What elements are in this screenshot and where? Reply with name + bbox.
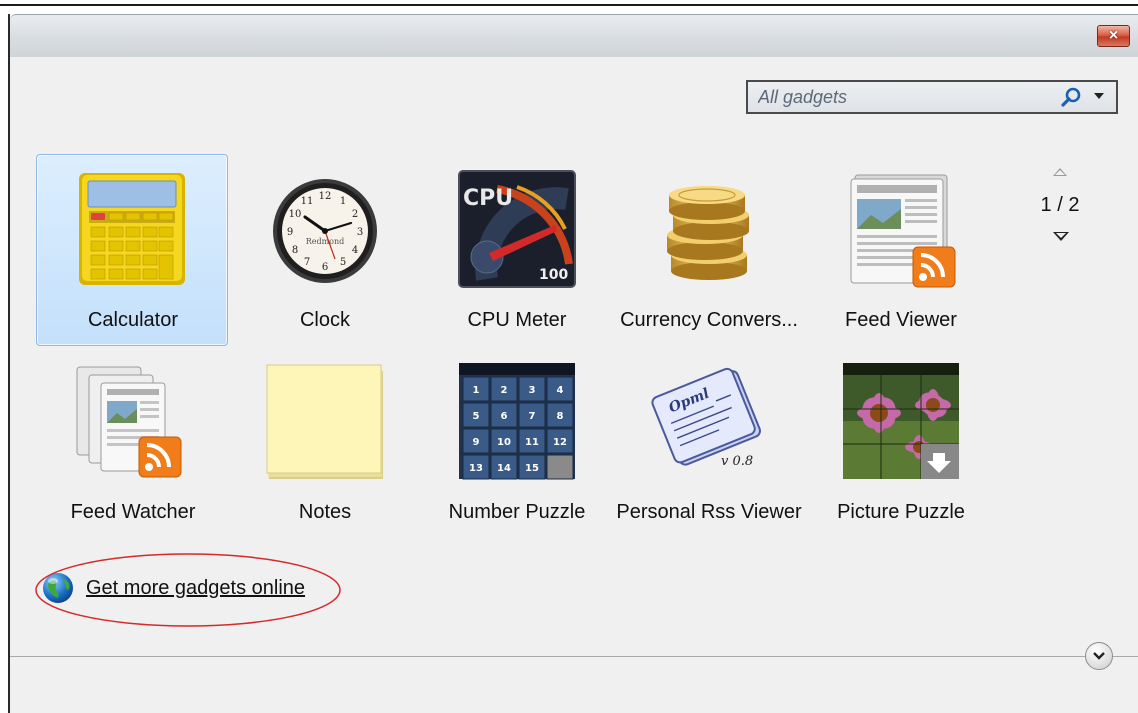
notes-icon [266,364,383,479]
gadget-tile-notes[interactable]: Notes [228,346,420,538]
title-bar: × [10,14,1138,58]
puzzle-tile-number: 4 [557,385,564,396]
puzzle-tile-number: 5 [473,411,480,422]
puzzle-tile-number: 10 [497,437,511,448]
show-details-button[interactable] [1085,642,1113,670]
next-page-button[interactable] [1053,232,1069,241]
gadget-tile-feed-watcher[interactable]: Feed Watcher [36,346,228,538]
svg-text:9: 9 [287,227,293,238]
puzzle-tile-number: 15 [525,463,539,474]
puzzle-tile-number: 12 [553,437,567,448]
search-icon[interactable] [1060,85,1084,109]
cpu-meter-icon: CPU 100 [458,170,576,288]
gadget-label: Picture Puzzle [837,501,965,523]
details-area [10,657,1138,713]
search-box[interactable] [746,80,1118,114]
svg-text:v 0.8: v 0.8 [721,454,753,469]
svg-text:Redmond: Redmond [306,237,345,246]
puzzle-tile-number: 3 [529,385,536,396]
gadget-tile-clock[interactable]: 12 1 2 3 4567 8 9 10 11 Redmond Clock [228,154,420,346]
gadget-tile-cpu-meter[interactable]: CPU 100 CPU Meter [420,154,612,346]
picture-puzzle-icon [843,363,959,479]
get-more-gadgets-link-container: Get more gadgets online [40,570,305,606]
globe-icon [43,573,73,603]
feed-viewer-icon [850,174,956,288]
chevron-down-icon [1093,652,1105,660]
svg-text:12: 12 [319,191,332,202]
gadget-tile-number-puzzle[interactable]: 1 2 3 4 5 6 7 8 9 10 11 12 13 14 15 Number Puzzle [420,346,612,538]
svg-text:1: 1 [340,196,346,207]
puzzle-tile-number: 2 [501,385,508,396]
gadget-tile-personal-rss-viewer[interactable]: Opml v 0.8 Personal Rss Viewer [612,346,804,538]
puzzle-tile-number: 9 [473,437,480,448]
gadget-tile-currency-converter[interactable]: Currency Convers... [612,154,804,346]
svg-text:5: 5 [340,257,346,268]
svg-text:3: 3 [357,227,363,238]
puzzle-tile-number: 1 [473,385,480,396]
page-indicator: 1 / 2 [1040,194,1080,216]
puzzle-tile-number: 13 [469,463,483,474]
svg-text:8: 8 [292,245,298,256]
window-top-border [0,4,1138,6]
page-navigator: 1 / 2 [1030,160,1090,250]
feed-watcher-icon [76,366,182,478]
svg-text:7: 7 [304,257,310,268]
puzzle-tile-number: 7 [529,411,536,422]
svg-text:100: 100 [539,267,568,283]
number-puzzle-icon: 1 2 3 45 6 7 89 10 11 1213 14 15 [459,363,575,480]
puzzle-tile-number: 8 [557,411,564,422]
gadget-tile-picture-puzzle[interactable]: Picture Puzzle [804,346,996,538]
svg-text:11: 11 [301,196,314,207]
currency-coins-icon [667,186,749,280]
close-button[interactable]: × [1097,25,1130,47]
gadget-tile-feed-viewer[interactable]: Feed Viewer [804,154,996,346]
calculator-icon [79,173,185,285]
get-more-gadgets-link[interactable]: Get more gadgets online [86,577,305,600]
svg-text:6: 6 [322,262,328,273]
svg-text:2: 2 [352,209,358,220]
gadget-gallery-window: × Calculator [0,0,1138,713]
puzzle-tile-number: 6 [501,411,508,422]
clock-icon: 12 12 3 45 6 7 8 9 10 11 Redmond [273,179,377,283]
chevron-down-icon[interactable] [1094,93,1104,99]
gadget-tile-calculator[interactable]: Calculator [36,154,228,346]
puzzle-tile-number: 14 [497,463,511,474]
personal-rss-viewer-icon: Opml v 0.8 [651,367,761,469]
gadget-label: Feed Viewer [845,309,957,331]
svg-text:4: 4 [352,245,358,256]
svg-text:CPU: CPU [463,186,513,211]
svg-text:10: 10 [289,209,302,220]
previous-page-button[interactable] [1053,168,1067,176]
puzzle-tile-number: 11 [525,437,539,448]
puzzle-empty-slot [546,454,574,480]
search-input[interactable] [758,86,1038,108]
